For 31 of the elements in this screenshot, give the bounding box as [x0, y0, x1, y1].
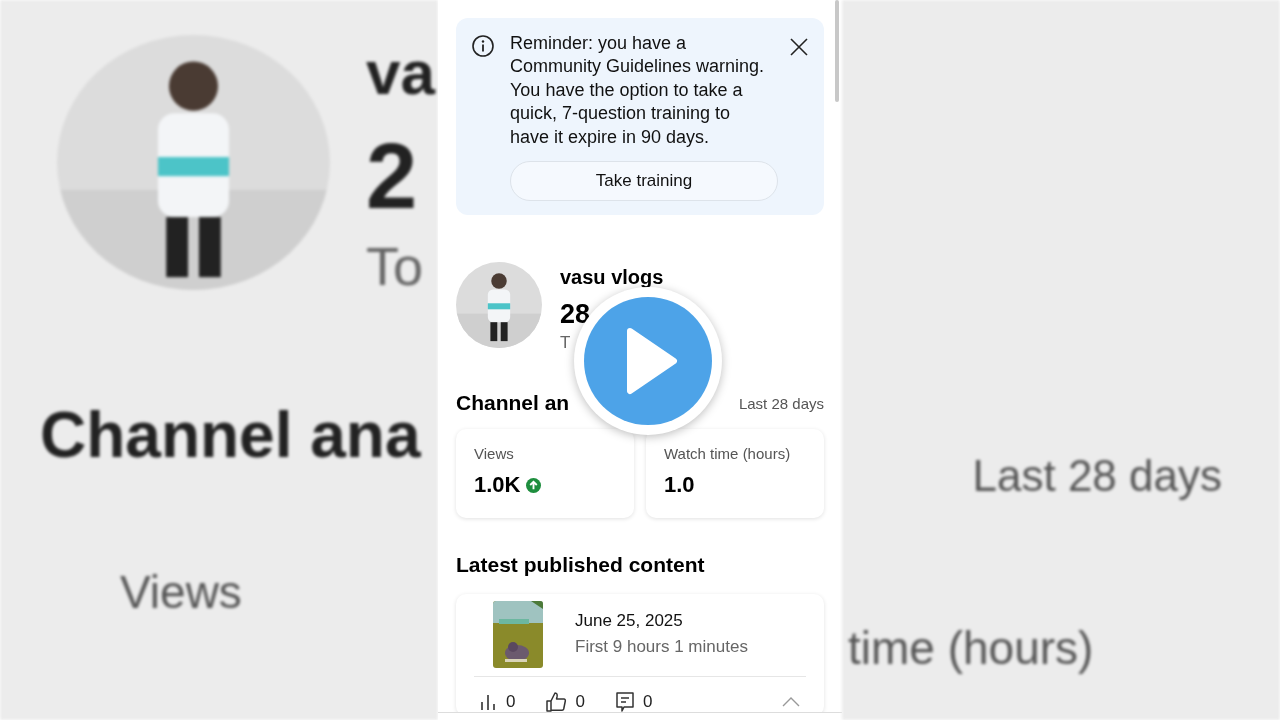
subscriber-count: 28	[560, 298, 592, 331]
take-training-button[interactable]: Take training	[510, 161, 778, 202]
performance-period: First 9 hours 1 minutes	[575, 637, 748, 657]
metric-value: 0	[506, 692, 516, 712]
date-range: Last 28 days	[738, 394, 824, 412]
section-heading: Channel an	[456, 391, 570, 415]
stat-label: Watch time (hours)	[664, 445, 792, 462]
metric-value: 0	[642, 692, 653, 712]
count-caption: T	[560, 332, 572, 354]
metric-value: 0	[575, 692, 585, 712]
backdrop-stat-label: time (hours)	[848, 621, 1094, 676]
section-heading: Latest published content	[456, 553, 706, 577]
info-icon	[472, 35, 494, 57]
backdrop-channel-name: va	[366, 37, 435, 109]
backdrop-heading: Channel ana	[39, 398, 422, 473]
warning-message: Reminder: you have a Community Guidelines warning. You have the option to take a quick, 7-question training to have it expire in 90 days.	[510, 32, 766, 149]
close-icon[interactable]	[788, 36, 810, 58]
stat-card[interactable]: Watch time (hours) 1.0	[646, 429, 824, 518]
thumbs-up-icon	[545, 691, 568, 713]
stat-value: 1.0	[664, 472, 695, 498]
stat-value: 1.0K	[474, 472, 521, 498]
comment-icon	[614, 691, 635, 713]
backdrop-caption: To	[366, 235, 425, 298]
publish-date: June 25, 2025	[575, 611, 684, 631]
backdrop-date-range: Last 28 days	[972, 450, 1223, 502]
backdrop-stat-label: Views	[119, 565, 243, 620]
channel-name: vasu vlogs	[560, 265, 664, 290]
backdrop-count: 2	[366, 124, 419, 229]
stat-label: Views	[474, 445, 515, 462]
bar-chart-icon	[480, 693, 498, 711]
scrollbar[interactable]	[835, 0, 839, 102]
